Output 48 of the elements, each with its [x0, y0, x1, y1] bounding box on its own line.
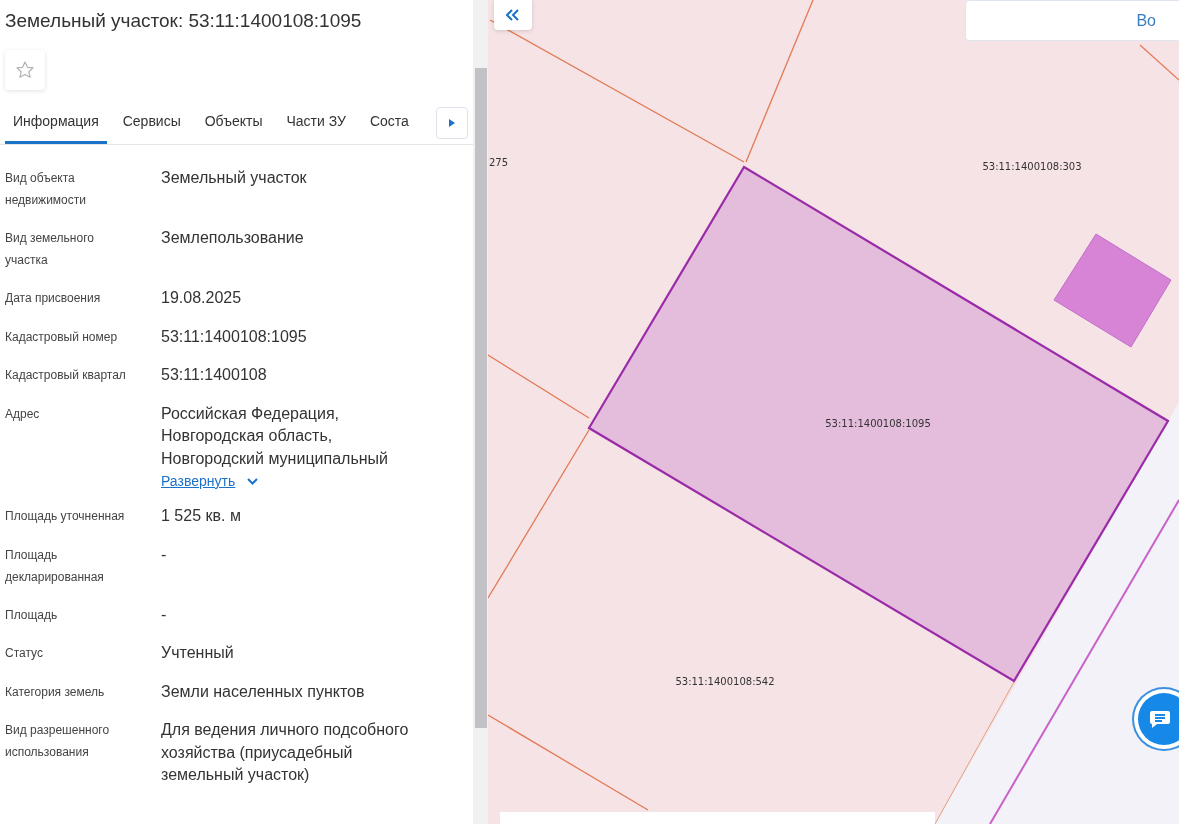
map[interactable]: 275 53:11:1400108:303 53:11:1400108:1095 53:11:1400108:542 Во: [488, 0, 1179, 824]
field-value: Землепользование: [161, 228, 304, 248]
field-value: Земельный участок: [161, 168, 307, 188]
scrollbar-thumb[interactable]: [475, 68, 487, 728]
caret-right-icon: [449, 119, 455, 127]
double-chevron-left-icon: [506, 9, 520, 21]
field-value: -: [161, 544, 167, 565]
field-label: Вид объекта недвижимости: [5, 170, 87, 209]
field-label: Площадь декларированная: [5, 546, 105, 586]
tab[interactable]: Соста: [361, 104, 417, 144]
field-label: Категория земель: [5, 683, 106, 701]
field-value: Российская Федерация, Новгородская область, Новгородский муниципальный: [161, 403, 389, 469]
expand-link[interactable]: Развернуть: [161, 473, 259, 489]
field-value: Для ведения личного подсобного хозяйства (приусадебный земельный участок): [161, 720, 410, 785]
parcel-boundary: [1139, 44, 1179, 81]
scroll-tabs-button[interactable]: [436, 107, 468, 139]
parcel-title: Земельный участок: 53:11:1400108:1095: [5, 9, 363, 33]
star-icon: [15, 60, 35, 80]
field-value: 1 525 кв. м: [161, 506, 241, 526]
collapse-panel-button[interactable]: [494, 0, 532, 30]
parcel-number-label: 53:11:1400108:303: [982, 161, 1082, 172]
field-label: Вид разрешенного использования: [5, 722, 111, 761]
field-label: Статус: [5, 645, 44, 662]
chevron-down-icon: [247, 477, 259, 485]
tab[interactable]: Объекты: [196, 104, 271, 144]
field-label: Вид земельного участка: [5, 230, 95, 269]
field-value: 53:11:1400108:1095: [161, 326, 307, 347]
tab[interactable]: Сервисы: [114, 104, 189, 144]
building-footprint[interactable]: [1053, 233, 1172, 348]
parcel-number-label: 53:11:1400108:1095: [825, 418, 931, 429]
field-value: 53:11:1400108: [161, 365, 267, 385]
tab[interactable]: Информация: [5, 104, 107, 144]
field-label: Кадастровый номер: [5, 328, 119, 346]
field-label: Площадь: [5, 606, 59, 624]
scrollbar[interactable]: [473, 0, 488, 824]
field-value: -: [161, 604, 167, 625]
search-field[interactable]: Во: [965, 0, 1179, 41]
field-value: 19.08.2025: [161, 288, 242, 308]
field-value: Земли населенных пунктов: [161, 681, 365, 702]
favorite-button[interactable]: [5, 50, 45, 90]
parcel-number-label: 275: [489, 157, 509, 168]
field-label: Площадь уточненная: [5, 508, 126, 525]
field-label: Дата присвоения: [5, 290, 102, 307]
field-label: Адрес: [5, 405, 41, 423]
tab[interactable]: Части ЗУ: [278, 104, 354, 144]
field-label: Кадастровый квартал: [5, 367, 127, 384]
parcel-number-label: 53:11:1400108:542: [675, 676, 775, 687]
field-value: Учтенный: [161, 643, 234, 663]
